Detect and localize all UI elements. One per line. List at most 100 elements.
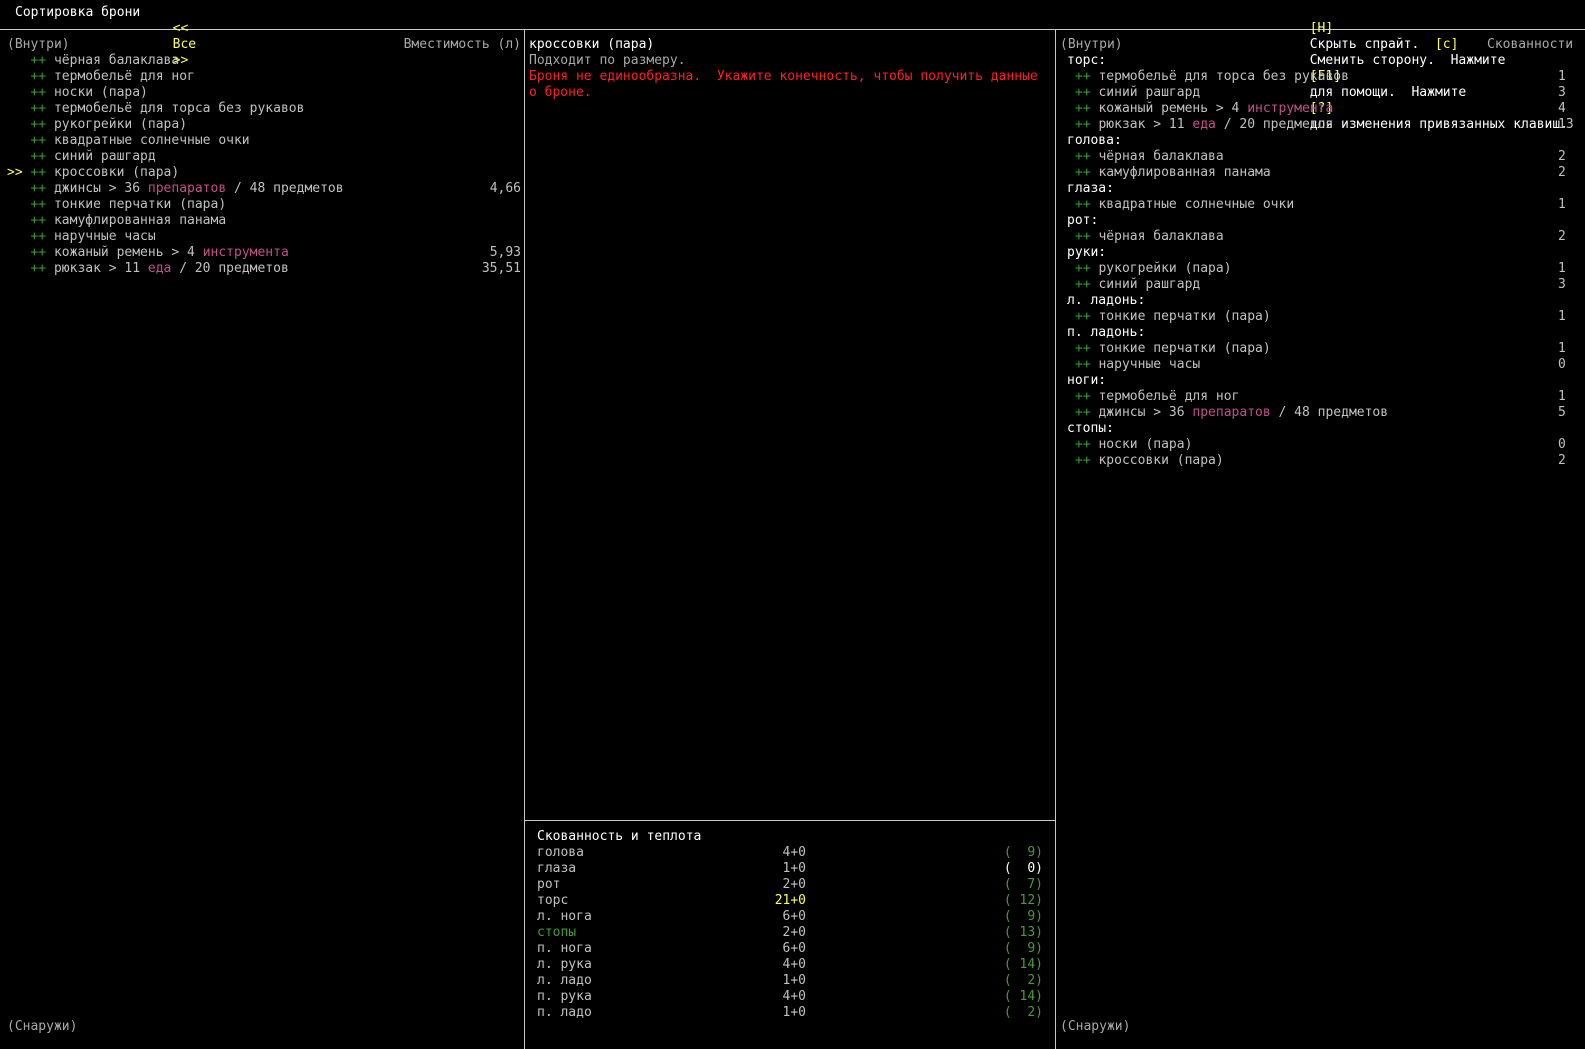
- armor-warning-line1: Броня не единообразна. Укажите конечност…: [529, 69, 1038, 84]
- list-item[interactable]: ++ кожаный ремень > 4 инструмента 5,93: [7, 245, 521, 261]
- item-name: наручные часы: [53, 229, 156, 244]
- stat-encumbrance: 21+0: [774, 893, 806, 908]
- item-name: кожаный ремень > 4: [1098, 101, 1240, 116]
- item-name: носки (пара): [1098, 437, 1193, 452]
- list-item[interactable]: ++ чёрная балаклава: [7, 53, 521, 69]
- stat-warmth: ( 9): [1003, 845, 1043, 860]
- list-item[interactable]: ++ кроссовки (пара): [1075, 453, 1224, 469]
- list-item[interactable]: ++ синий рашгард: [1075, 85, 1200, 101]
- stat-bodypart: п. нога: [537, 941, 592, 956]
- item-encumbrance: 1: [1558, 197, 1566, 212]
- item-encumbrance: 2: [1558, 453, 1566, 468]
- list-item[interactable]: ++ наручные часы: [7, 229, 521, 245]
- list-item[interactable]: ++ тонкие перчатки (пара): [7, 197, 521, 213]
- item-name: синий рашгард: [53, 149, 156, 164]
- header-hints: [H] Скрыть спрайт. [c] Сменить сторону. …: [1294, 5, 1568, 132]
- item-name: рюкзак > 11: [1098, 117, 1185, 132]
- list-item[interactable]: ++ рюкзак > 11 еда / 20 предметов 35,51: [7, 261, 521, 277]
- bodypart-group-label[interactable]: руки:: [1067, 245, 1106, 261]
- worn-marker: ++: [30, 85, 47, 100]
- worn-marker: ++: [1075, 261, 1091, 276]
- list-item[interactable]: ++ термобельё для ног: [7, 69, 521, 85]
- bodypart-group-label[interactable]: торс:: [1067, 53, 1106, 69]
- item-content-type: инструмента: [202, 245, 289, 260]
- list-item[interactable]: ++ термобельё для торса без рукавов: [1075, 69, 1349, 85]
- item-encumbrance: 2: [1558, 149, 1566, 164]
- item-content-count: / 20 предметов: [1223, 117, 1334, 132]
- stat-warmth: ( 2): [1003, 973, 1043, 988]
- list-item[interactable]: ++ носки (пара): [7, 85, 521, 101]
- list-item[interactable]: ++ синий рашгард: [7, 149, 521, 165]
- item-name: термобельё для ног: [1098, 389, 1240, 404]
- stat-warmth: ( 0): [1003, 861, 1043, 876]
- list-item[interactable]: ++ термобельё для торса без рукавов: [7, 101, 521, 117]
- item-content-type: инструмента: [1247, 101, 1334, 116]
- item-name: синий рашгард: [1098, 277, 1201, 292]
- list-item[interactable]: ++ чёрная балаклава: [1075, 229, 1224, 245]
- bodypart-group-label[interactable]: голова:: [1067, 133, 1122, 149]
- list-item[interactable]: >> ++ кроссовки (пара): [7, 165, 521, 181]
- list-item[interactable]: ++ наручные часы: [1075, 357, 1200, 373]
- stat-bodypart: л. ладо: [537, 973, 592, 988]
- worn-marker: ++: [30, 245, 47, 260]
- item-name: квадратные солнечные очки: [1098, 197, 1295, 212]
- stat-warmth: ( 9): [1003, 909, 1043, 924]
- bodypart-group-label[interactable]: ноги:: [1067, 373, 1106, 389]
- item-name: термобельё для ног: [53, 69, 195, 84]
- list-item[interactable]: ++ джинсы > 36 препаратов / 48 предметов: [1075, 405, 1388, 421]
- hide-sprite-key[interactable]: [H]: [1310, 21, 1333, 36]
- stat-warmth: ( 13): [1003, 925, 1043, 940]
- list-item[interactable]: ++ рукогрейки (пара): [1075, 261, 1232, 277]
- item-encumbrance: 2: [1558, 229, 1566, 244]
- list-item[interactable]: ++ носки (пара): [1075, 437, 1192, 453]
- stat-encumbrance: 2+0: [782, 925, 806, 940]
- list-item[interactable]: ++ рюкзак > 11 еда / 20 предметов: [1075, 117, 1333, 133]
- item-name: кожаный ремень > 4: [53, 245, 195, 260]
- switch-side-key[interactable]: [c]: [1435, 37, 1458, 52]
- worn-marker: ++: [1075, 405, 1091, 420]
- filter-value[interactable]: Все: [173, 37, 196, 52]
- bodypart-group-label[interactable]: стопы:: [1067, 421, 1114, 437]
- stat-warmth: ( 2): [1003, 1005, 1043, 1020]
- list-item[interactable]: ++ термобельё для ног: [1075, 389, 1239, 405]
- item-encumbrance: 0: [1558, 437, 1566, 452]
- stat-encumbrance: 4+0: [782, 989, 806, 1004]
- list-item[interactable]: ++ камуфлированная панама: [1075, 165, 1271, 181]
- filter-selector[interactable]: << Все >>: [157, 5, 196, 68]
- bodypart-group-label[interactable]: л. ладонь:: [1067, 293, 1145, 309]
- stat-encumbrance: 1+0: [782, 1005, 806, 1020]
- list-item[interactable]: ++ кожаный ремень > 4 инструмента: [1075, 101, 1333, 117]
- item-name: рукогрейки (пара): [53, 117, 188, 132]
- list-item[interactable]: ++ камуфлированная панама: [7, 213, 521, 229]
- bodypart-group-label[interactable]: глаза:: [1067, 181, 1114, 197]
- item-content-type: еда: [1192, 117, 1216, 132]
- list-item[interactable]: ++ рукогрейки (пара): [7, 117, 521, 133]
- stat-encumbrance: 6+0: [782, 909, 806, 924]
- list-item[interactable]: ++ тонкие перчатки (пара): [1075, 341, 1271, 357]
- item-name: синий рашгард: [1098, 85, 1201, 100]
- item-name: кроссовки (пара): [53, 165, 180, 180]
- item-name: чёрная балаклава: [1098, 229, 1224, 244]
- item-name: джинсы > 36: [1098, 405, 1185, 420]
- item-content-count: / 48 предметов: [1278, 405, 1389, 420]
- list-item[interactable]: ++ чёрная балаклава: [1075, 149, 1224, 165]
- worn-marker: ++: [1075, 277, 1091, 292]
- list-item[interactable]: ++ джинсы > 36 препаратов / 48 предметов…: [7, 181, 521, 197]
- bodypart-group-label[interactable]: рот:: [1067, 213, 1098, 229]
- stat-bodypart: п. рука: [537, 989, 592, 1004]
- list-item[interactable]: ++ синий рашгард: [1075, 277, 1200, 293]
- item-encumbrance: 4: [1558, 101, 1566, 116]
- item-content-type: еда: [147, 261, 172, 276]
- list-item[interactable]: ++ квадратные солнечные очки: [1075, 197, 1294, 213]
- hide-sprite-label: Скрыть спрайт.: [1309, 37, 1420, 52]
- list-item[interactable]: ++ тонкие перчатки (пара): [1075, 309, 1271, 325]
- worn-marker: ++: [30, 117, 47, 132]
- worn-marker: ++: [30, 261, 47, 276]
- list-item[interactable]: ++ квадратные солнечные очки: [7, 133, 521, 149]
- stat-bodypart: голова: [537, 845, 584, 860]
- filter-prev-button[interactable]: <<: [173, 21, 189, 36]
- worn-marker: ++: [1075, 149, 1091, 164]
- stat-bodypart: л. нога: [537, 909, 592, 924]
- stat-encumbrance: 4+0: [782, 845, 806, 860]
- bodypart-group-label[interactable]: п. ладонь:: [1067, 325, 1145, 341]
